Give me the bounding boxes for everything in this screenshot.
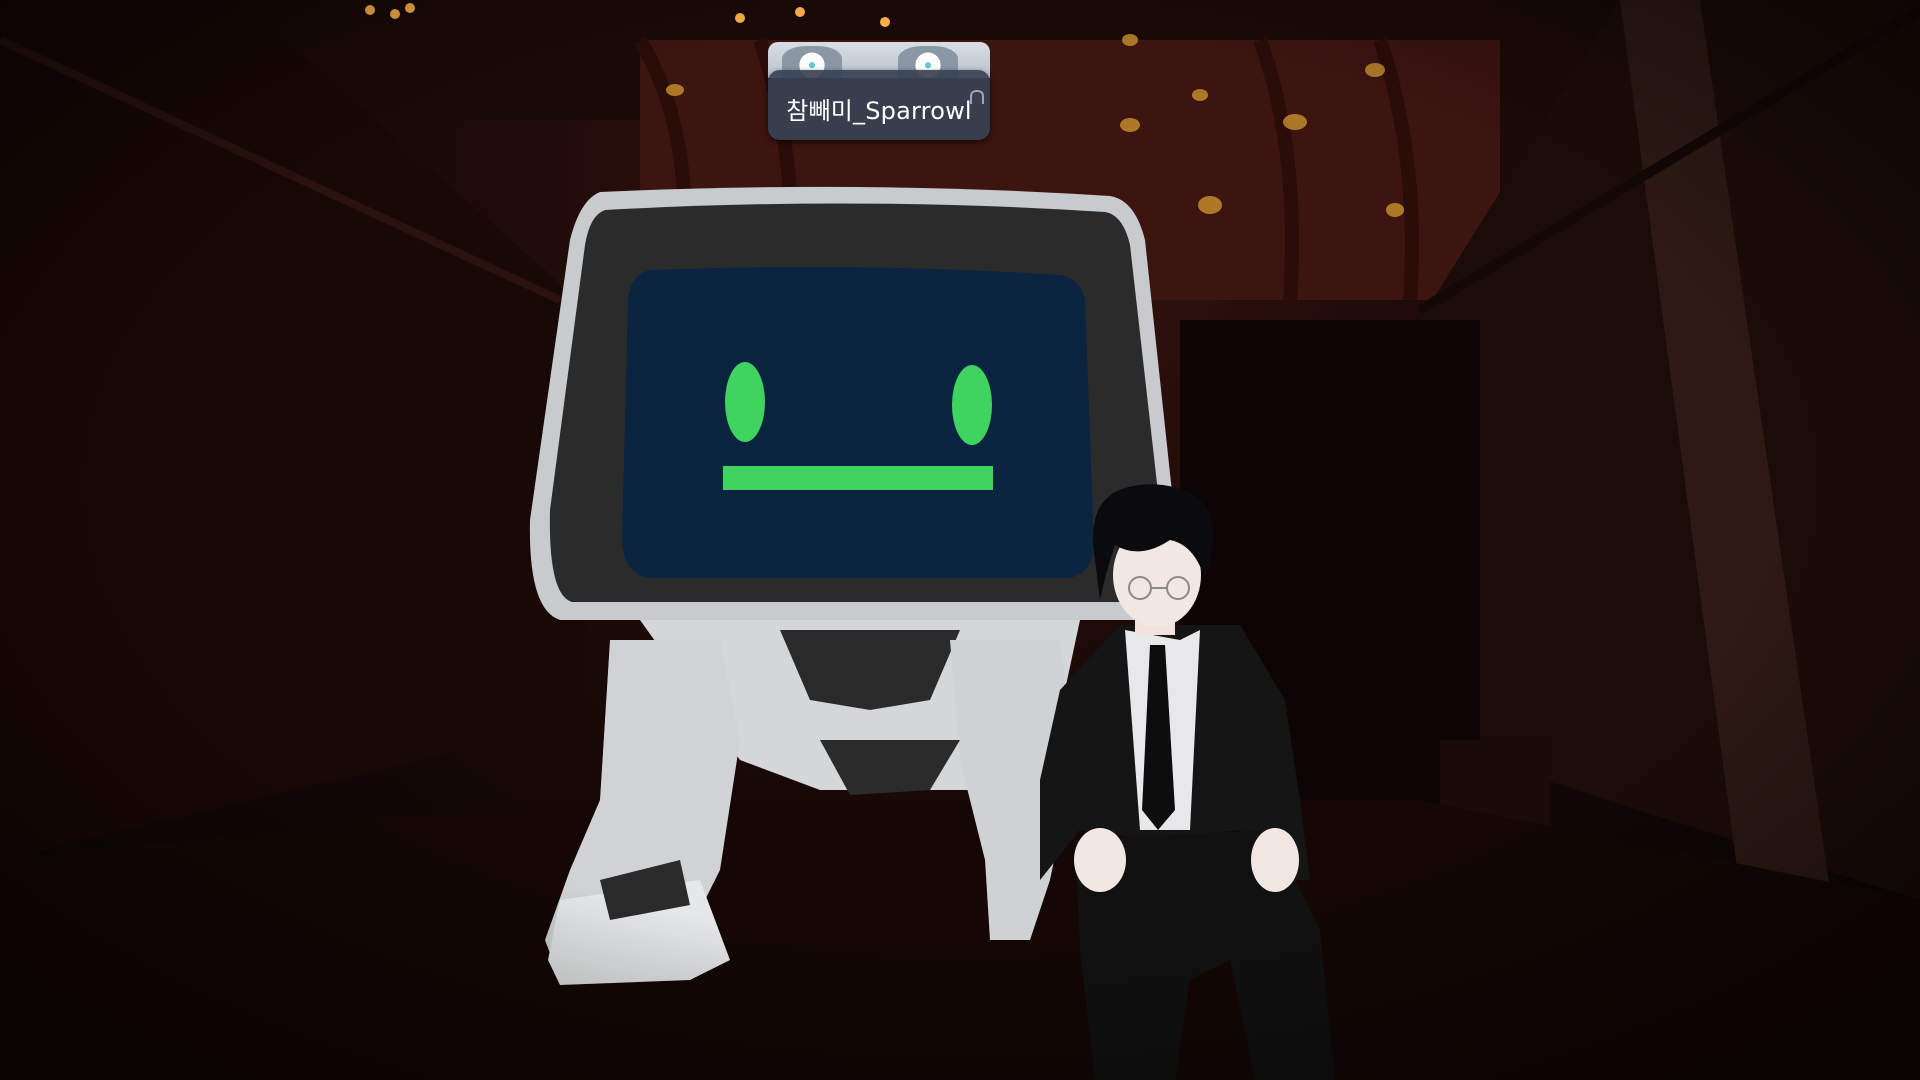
player-nameplate[interactable]: 참빼미_Sparrowl: [768, 70, 990, 140]
headset-icon: [970, 90, 984, 104]
world-scene: [0, 0, 1920, 1080]
vignette: [0, 0, 1920, 1080]
vr-world-view: 참빼미_Sparrowl: [0, 0, 1920, 1080]
player-display-name: 참빼미_Sparrowl: [786, 96, 972, 125]
